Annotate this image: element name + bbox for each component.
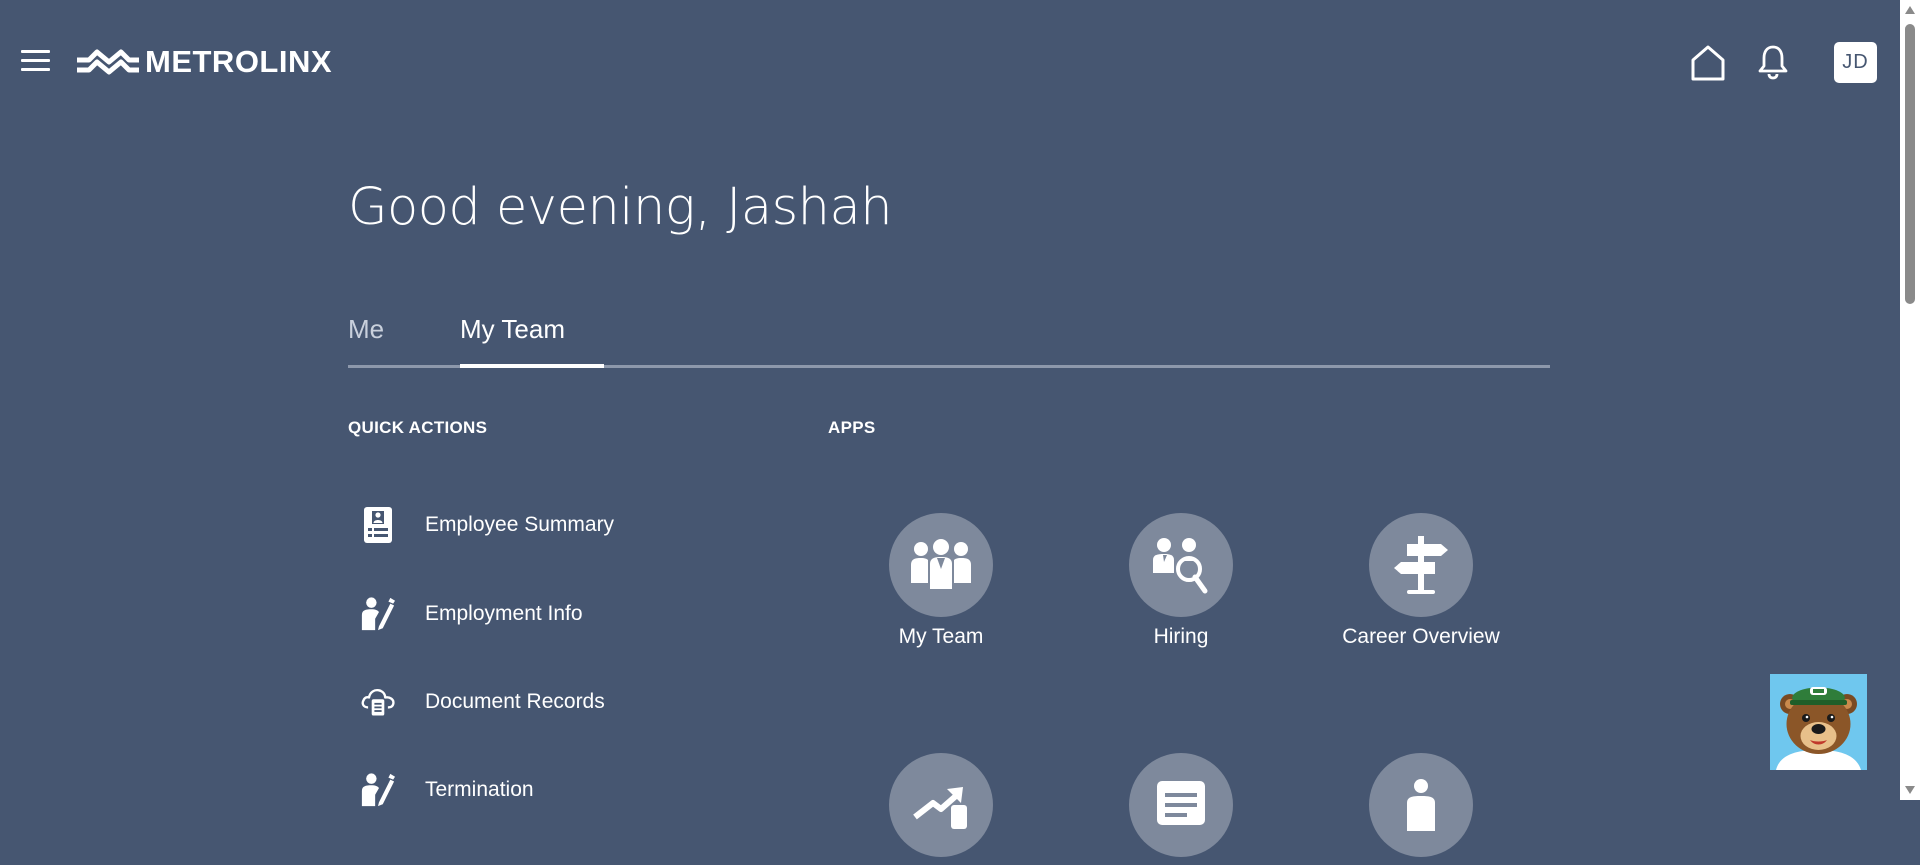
tab-my-team[interactable]: My Team <box>460 314 565 345</box>
quick-action-label: Employee Summary <box>425 513 615 536</box>
brand-name: METROLINX <box>145 44 333 79</box>
app-hiring[interactable]: Hiring <box>1081 513 1281 649</box>
metrolinx-logo-mark-icon <box>77 49 139 75</box>
page-scrollbar[interactable] <box>1900 0 1920 800</box>
quick-action-label: Document Records <box>425 690 605 713</box>
bell-icon[interactable] <box>1757 44 1789 80</box>
id-badge-icon <box>360 505 396 545</box>
scroll-down-arrow-icon[interactable] <box>1905 786 1915 794</box>
chatbot-button[interactable] <box>1770 674 1867 770</box>
app-label: My Team <box>898 625 984 648</box>
app-label: Hiring <box>1153 625 1209 648</box>
quick-action-label: Employment Info <box>425 602 583 625</box>
tab-bar: Me My Team <box>348 300 1550 368</box>
user-avatar[interactable]: JD <box>1834 42 1877 83</box>
hiring-search-icon <box>1129 513 1233 617</box>
tab-me[interactable]: Me <box>348 314 384 345</box>
active-tab-indicator <box>460 364 604 368</box>
app-label: Career Overview <box>1342 625 1500 648</box>
bear-mascot-icon <box>1770 674 1867 770</box>
person-info-icon <box>1369 753 1473 857</box>
app-career-overview[interactable]: Career Overview <box>1321 513 1521 649</box>
app-trend[interactable] <box>841 753 1041 865</box>
list-form-icon <box>1129 753 1233 857</box>
home-icon[interactable] <box>1690 44 1726 82</box>
cloud-document-icon <box>360 682 396 722</box>
person-edit-icon <box>360 770 396 810</box>
quick-action-label: Termination <box>425 778 534 801</box>
quick-action-document-records[interactable]: Document Records <box>360 680 605 724</box>
app-my-team[interactable]: My Team <box>841 513 1041 649</box>
team-icon <box>889 513 993 617</box>
scroll-up-arrow-icon[interactable] <box>1905 6 1915 14</box>
trend-arrow-icon <box>889 753 993 857</box>
menu-icon[interactable] <box>21 50 50 72</box>
scroll-thumb[interactable] <box>1905 24 1915 304</box>
page-greeting: Good evening, Jashah <box>348 178 893 237</box>
metrolinx-logo[interactable]: METROLINX <box>75 44 332 80</box>
quick-action-employee-summary[interactable]: Employee Summary <box>360 503 614 547</box>
signpost-icon <box>1369 513 1473 617</box>
person-edit-icon <box>360 594 396 634</box>
apps-heading: APPS <box>828 418 876 437</box>
quick-action-termination[interactable]: Termination <box>360 768 534 812</box>
app-form[interactable] <box>1081 753 1281 865</box>
quick-action-employment-info[interactable]: Employment Info <box>360 592 583 636</box>
quick-actions-heading: QUICK ACTIONS <box>348 418 488 437</box>
app-person-info[interactable] <box>1321 753 1521 865</box>
